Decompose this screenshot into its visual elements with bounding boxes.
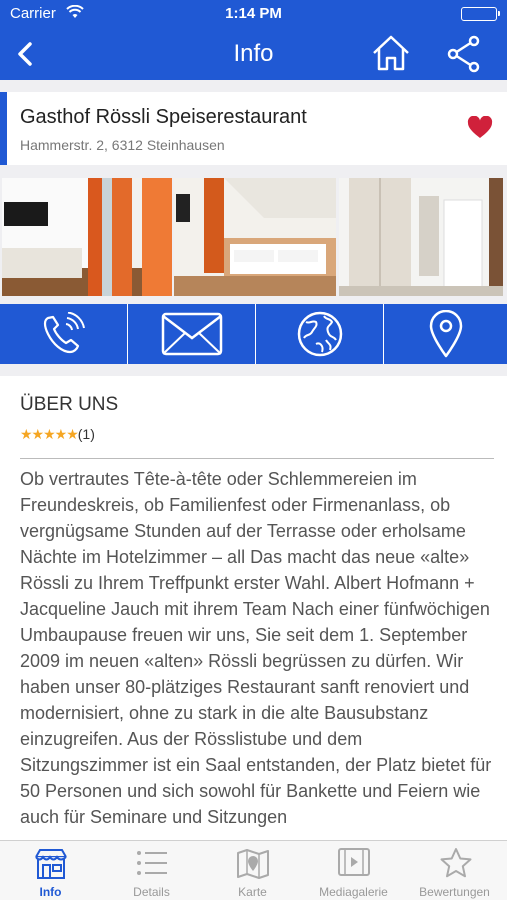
about-text: Ob vertrautes Tête-à-tête oder Schlemmer…: [20, 469, 492, 827]
shop-icon: [34, 849, 67, 879]
envelope-icon: [161, 312, 222, 356]
place-address: Hammerstr. 2, 6312 Steinhausen: [20, 137, 225, 153]
call-button[interactable]: [0, 304, 128, 364]
home-button[interactable]: [370, 32, 412, 74]
list-icon: [136, 851, 167, 875]
home-icon: [373, 35, 409, 71]
phone-icon: [43, 312, 85, 354]
tab-map[interactable]: Karte: [202, 841, 303, 900]
gallery-photo-1[interactable]: [2, 178, 172, 296]
website-button[interactable]: [256, 304, 384, 364]
section-title: ÜBER UNS: [20, 394, 119, 415]
tab-media-gallery[interactable]: Mediagalerie: [303, 841, 404, 900]
about-section[interactable]: ÜBER UNS ★★★★★(1) Ob vertrautes Tête-à-t…: [0, 376, 507, 841]
rating-stars-icon: ★★★★★: [20, 426, 79, 442]
location-button[interactable]: [384, 304, 507, 364]
globe-icon: [297, 311, 342, 357]
battery-icon: [461, 7, 500, 21]
tab-label: Details: [133, 885, 170, 899]
contact-actions: [0, 304, 507, 364]
chevron-left-icon: [18, 42, 32, 66]
gallery-photo-3[interactable]: [339, 178, 503, 296]
status-bar: Carrier 1:14 PM: [0, 0, 507, 28]
email-button[interactable]: [128, 304, 256, 364]
tab-reviews[interactable]: Bewertungen: [404, 841, 507, 900]
tab-label: Mediagalerie: [319, 885, 388, 899]
tab-bar: Info Details Karte Mediagalerie Bewertun…: [0, 840, 507, 900]
tab-label: Karte: [238, 885, 267, 899]
page-title: Info: [233, 40, 274, 67]
clock: 1:14 PM: [225, 5, 282, 22]
tab-label: Bewertungen: [419, 885, 490, 899]
map-pin-icon: [429, 310, 462, 358]
back-button[interactable]: [10, 38, 42, 70]
tab-info[interactable]: Info: [0, 841, 101, 900]
navigation-bar: Info: [0, 28, 507, 80]
rating-count: (1): [77, 426, 95, 442]
share-button[interactable]: [446, 34, 482, 74]
place-header: Gasthof Rössli Speiserestaurant Hammerst…: [0, 92, 507, 165]
heart-icon: [467, 115, 493, 138]
film-icon: [337, 848, 370, 876]
star-icon: [440, 848, 471, 878]
rating[interactable]: ★★★★★(1): [20, 426, 95, 443]
share-icon: [447, 35, 480, 73]
favorite-button[interactable]: [467, 115, 493, 140]
gallery-photo-2[interactable]: [174, 178, 336, 296]
tab-details[interactable]: Details: [101, 841, 202, 900]
divider: [20, 458, 494, 459]
photo-gallery[interactable]: [0, 178, 507, 296]
place-name: Gasthof Rössli Speiserestaurant: [20, 106, 307, 128]
map-icon: [236, 849, 269, 879]
tab-label: Info: [39, 885, 62, 899]
